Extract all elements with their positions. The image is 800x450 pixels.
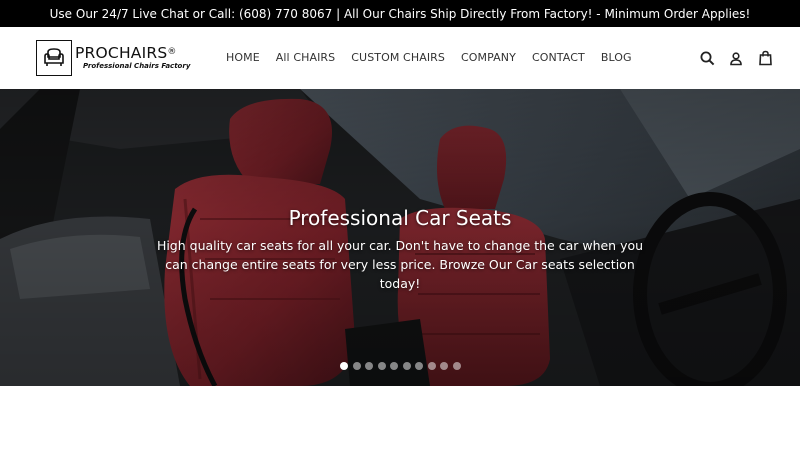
main-nav: HOME All CHAIRS CUSTOM CHAIRS COMPANY CO… [226, 51, 648, 64]
user-icon[interactable] [727, 49, 745, 67]
slide-indicators [340, 362, 465, 370]
armchair-icon [36, 40, 72, 76]
registered-mark: ® [167, 47, 177, 57]
nav-company[interactable]: COMPANY [461, 51, 516, 64]
slide-dot[interactable] [340, 362, 348, 370]
slide-dot[interactable] [390, 362, 398, 370]
slide-dot[interactable] [365, 362, 373, 370]
slide-dot[interactable] [427, 362, 436, 370]
header-actions [698, 49, 785, 67]
content-area [0, 386, 800, 450]
cart-icon[interactable] [756, 49, 774, 67]
nav-blog[interactable]: BLOG [601, 51, 632, 64]
nav-contact[interactable]: CONTACT [532, 51, 585, 64]
nav-home[interactable]: HOME [226, 51, 260, 64]
slide-dot[interactable] [377, 362, 386, 370]
brand-tagline: Professional Chairs Factory [83, 62, 191, 70]
nav-all-chairs[interactable]: All CHAIRS [276, 51, 335, 64]
nav-custom-chairs[interactable]: CUSTOM CHAIRS [351, 51, 445, 64]
hero-title: Professional Car Seats [288, 206, 512, 230]
hero-subtitle: High quality car seats for all your car.… [156, 238, 644, 291]
hero-slideshow[interactable]: Professional Car Seats High quality car … [0, 89, 800, 386]
site-header: PROCHAIRS® Professional Chairs Factory H… [0, 27, 800, 89]
hero-caption: Professional Car Seats High quality car … [0, 205, 800, 293]
slide-dot[interactable] [402, 362, 411, 370]
announcement-bar: Use Our 24/7 Live Chat or Call: (608) 77… [0, 0, 800, 27]
brand-name: PROCHAIRS [75, 44, 168, 62]
logo[interactable]: PROCHAIRS® Professional Chairs Factory [36, 40, 190, 76]
slide-dot[interactable] [452, 362, 461, 370]
search-icon[interactable] [698, 49, 716, 67]
slide-dot[interactable] [352, 362, 361, 370]
slide-dot[interactable] [415, 362, 423, 370]
slide-dot[interactable] [440, 362, 448, 370]
announcement-text: Use Our 24/7 Live Chat or Call: (608) 77… [49, 6, 751, 21]
